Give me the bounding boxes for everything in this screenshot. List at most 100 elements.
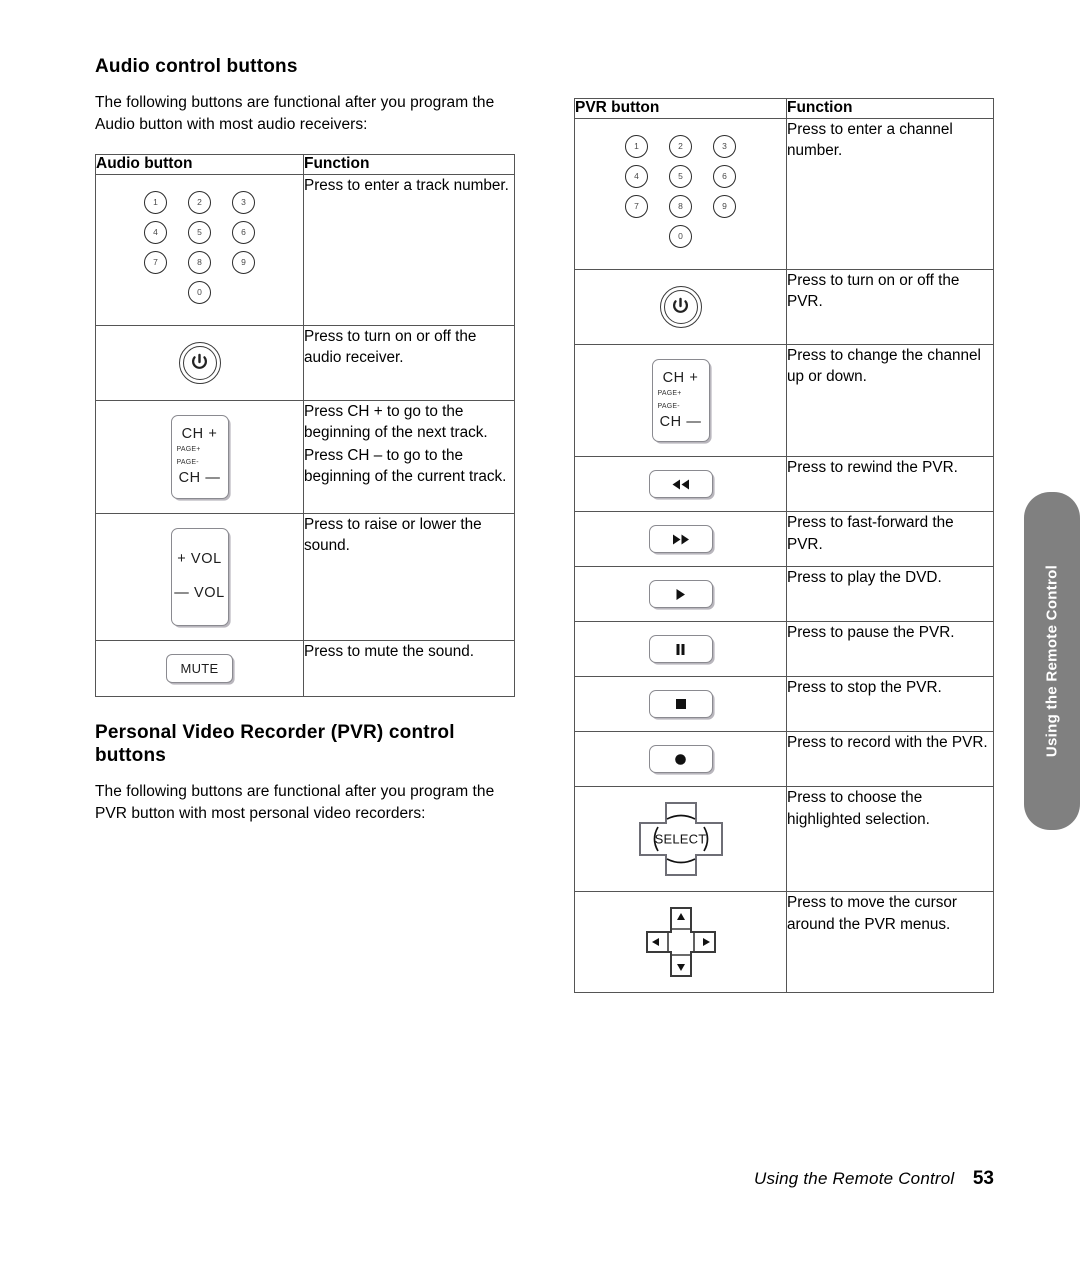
record-button-cell bbox=[574, 731, 787, 788]
table-row: + VOL — VOL Press to raise or lower the … bbox=[95, 512, 515, 641]
function-cell: Press to raise or lower the sound. bbox=[303, 512, 515, 641]
function-text: Press to play the DVD. bbox=[787, 569, 942, 587]
vol-down-label: — VOL bbox=[174, 584, 225, 601]
left-column: Audio control buttons The following butt… bbox=[95, 55, 515, 843]
key-8: 8 bbox=[188, 250, 211, 274]
select-button-cell: SELECT bbox=[574, 786, 787, 893]
function-cell: Press to fast-forward the PVR. bbox=[786, 511, 994, 568]
function-text: Press to enter a track number. bbox=[304, 176, 509, 194]
table-row: CH + PAGE+ PAGE- CH — Press CH + to go t… bbox=[95, 399, 515, 514]
key-2: 2 bbox=[669, 134, 692, 158]
table-row: CH + PAGE+ PAGE- CH — Press to change th… bbox=[574, 343, 994, 458]
numeric-keypad-cell: 123 456 789 0 bbox=[95, 173, 304, 326]
stop-glyph bbox=[675, 699, 686, 710]
function-text: Press to fast-forward the PVR. bbox=[787, 514, 954, 553]
function-cell: Press to move the cursor around the PVR … bbox=[786, 891, 994, 994]
function-text: Press to raise or lower the sound. bbox=[304, 515, 482, 554]
volume-rocker-icon: + VOL — VOL bbox=[170, 527, 229, 626]
page-up-label: PAGE+ bbox=[657, 389, 682, 397]
direction-pad-cell bbox=[574, 891, 787, 994]
power-glyph bbox=[673, 297, 688, 313]
pvr-button-column-header: PVR button bbox=[574, 98, 787, 119]
table-row: Press to move the cursor around the PVR … bbox=[574, 891, 994, 994]
ch-up-label: CH + bbox=[181, 425, 218, 442]
select-label: SELECT bbox=[654, 831, 707, 847]
rewind-glyph bbox=[672, 479, 689, 490]
function-cell: Press to enter a track number. bbox=[303, 173, 515, 326]
audio-button-column-header: Audio button bbox=[95, 154, 304, 175]
key-3: 3 bbox=[232, 190, 255, 214]
table-row: Press to rewind the PVR. bbox=[574, 456, 994, 513]
select-icon: SELECT bbox=[638, 801, 724, 877]
table-row: MUTE Press to mute the sound. bbox=[95, 639, 515, 697]
side-tab-label: Using the Remote Control bbox=[1043, 564, 1061, 758]
key-3: 3 bbox=[713, 134, 736, 158]
table-header-row: PVR button Function bbox=[574, 98, 994, 119]
ch-down-label: CH — bbox=[178, 470, 221, 487]
function-cell: Press to record with the PVR. bbox=[786, 731, 994, 788]
key-1: 1 bbox=[144, 190, 167, 214]
table-header-row: Audio button Function bbox=[95, 154, 515, 175]
function-cell: Press to enter a channel number. bbox=[786, 117, 994, 270]
function-text: Press to mute the sound. bbox=[304, 642, 475, 660]
table-row: SELECT Press to choose the highlighted s… bbox=[574, 786, 994, 893]
fast-forward-button-cell bbox=[574, 511, 787, 568]
mute-button-cell: MUTE bbox=[95, 639, 304, 697]
pause-icon bbox=[648, 635, 713, 664]
page-up-label: PAGE+ bbox=[176, 445, 201, 453]
pvr-section-heading: Personal Video Recorder (PVR) control bu… bbox=[95, 721, 455, 766]
function-text: Press to pause the PVR. bbox=[787, 624, 955, 642]
audio-function-column-header: Function bbox=[303, 154, 515, 175]
key-0: 0 bbox=[669, 224, 692, 248]
table-row: Press to turn on or off the audio receiv… bbox=[95, 324, 515, 401]
key-5: 5 bbox=[188, 220, 211, 244]
function-text-2: Press CH – to go to the beginning of the… bbox=[304, 446, 507, 486]
function-text: Press CH + to go to the beginning of the… bbox=[304, 402, 488, 441]
fast-forward-icon bbox=[648, 525, 713, 554]
key-9: 9 bbox=[713, 194, 736, 218]
ch-down-label: CH — bbox=[659, 414, 702, 431]
audio-section-intro: The following buttons are functional aft… bbox=[95, 94, 495, 134]
ch-up-label: CH + bbox=[662, 369, 699, 386]
stop-icon bbox=[648, 690, 713, 719]
audio-section-heading: Audio control buttons bbox=[95, 56, 298, 77]
play-icon bbox=[648, 580, 713, 609]
key-8: 8 bbox=[669, 194, 692, 218]
function-cell: Press to pause the PVR. bbox=[786, 621, 994, 678]
function-cell: Press to mute the sound. bbox=[303, 639, 515, 697]
side-tab: Using the Remote Control bbox=[1024, 492, 1080, 830]
function-cell: Press to play the DVD. bbox=[786, 566, 994, 623]
page-down-label: PAGE- bbox=[657, 403, 680, 411]
function-text: Press to rewind the PVR. bbox=[787, 459, 958, 477]
function-cell: Press to choose the highlighted selectio… bbox=[786, 786, 994, 893]
channel-rocker-icon: CH + PAGE+ PAGE- CH — bbox=[651, 358, 710, 443]
table-row: Press to pause the PVR. bbox=[574, 621, 994, 678]
channel-rocker-cell: CH + PAGE+ PAGE- CH — bbox=[95, 399, 304, 514]
table-row: 123 456 789 0 Press to enter a track num… bbox=[95, 173, 515, 326]
function-text: Press to move the cursor around the PVR … bbox=[787, 894, 958, 933]
audio-button-table: Audio button Function 123 456 789 0 Pres… bbox=[95, 154, 515, 697]
function-cell: Press to turn on or off the PVR. bbox=[786, 268, 994, 345]
volume-rocker-cell: + VOL — VOL bbox=[95, 512, 304, 641]
page-number: 53 bbox=[972, 1168, 994, 1189]
key-2: 2 bbox=[188, 190, 211, 214]
channel-rocker-cell: CH + PAGE+ PAGE- CH — bbox=[574, 343, 787, 458]
key-1: 1 bbox=[625, 134, 648, 158]
play-glyph bbox=[676, 588, 685, 600]
channel-rocker-icon: CH + PAGE+ PAGE- CH — bbox=[170, 414, 229, 499]
numeric-keypad-cell: 123 456 789 0 bbox=[574, 117, 787, 270]
function-text: Press to turn on or off the audio receiv… bbox=[304, 327, 477, 366]
function-text: Press to turn on or off the PVR. bbox=[787, 271, 960, 310]
power-button-cell bbox=[95, 324, 304, 401]
fast-forward-glyph bbox=[672, 534, 689, 545]
table-row: 123 456 789 0 Press to enter a channel n… bbox=[574, 117, 994, 270]
mute-icon: MUTE bbox=[166, 653, 233, 683]
key-0: 0 bbox=[188, 280, 211, 304]
rewind-icon bbox=[648, 470, 713, 499]
function-text: Press to choose the highlighted selectio… bbox=[787, 789, 930, 828]
function-cell: Press to turn on or off the audio receiv… bbox=[303, 324, 515, 401]
function-text: Press to record with the PVR. bbox=[787, 734, 988, 752]
numeric-keypad-icon: 123 456 789 0 bbox=[575, 119, 786, 269]
numeric-keypad-icon: 123 456 789 0 bbox=[96, 175, 303, 325]
power-icon bbox=[178, 341, 221, 384]
